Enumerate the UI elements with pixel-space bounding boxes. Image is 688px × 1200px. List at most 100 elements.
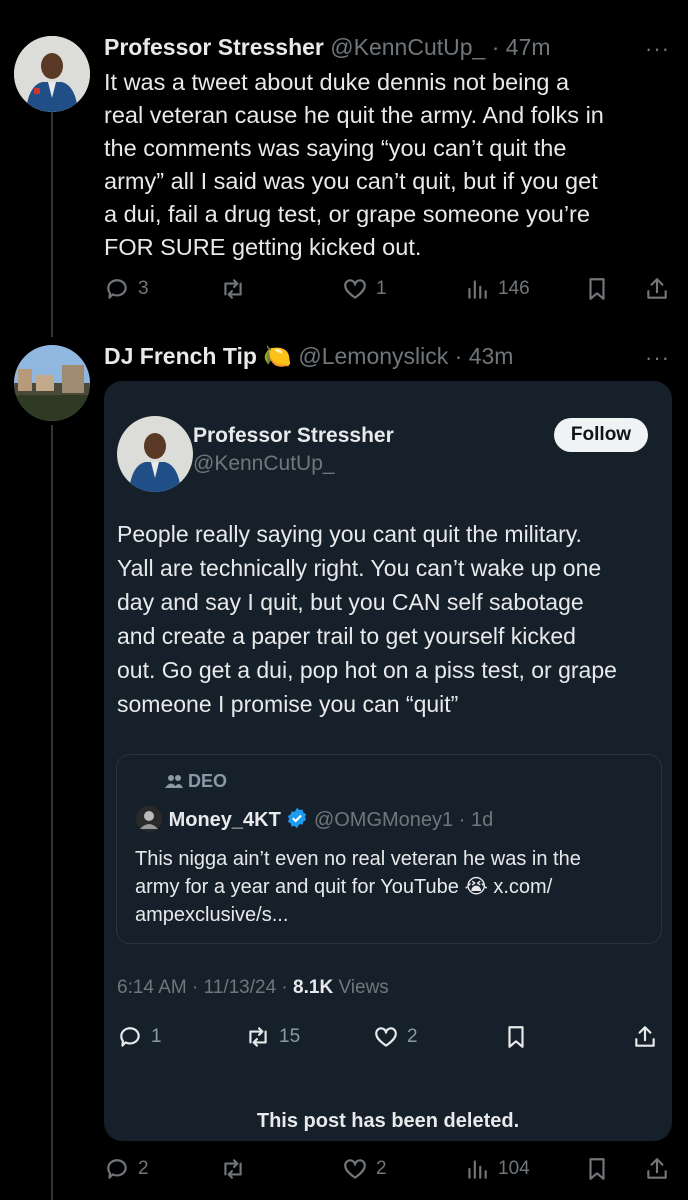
reply-icon xyxy=(107,279,127,299)
nested-quote[interactable]: DEO Money_4KT @OMGMoney1 · 1d This nigga… xyxy=(116,754,662,944)
repost-icon xyxy=(224,279,242,299)
nested-header: Money_4KT @OMGMoney1 · 1d xyxy=(135,805,493,833)
avatar[interactable] xyxy=(117,416,193,492)
text-line: and create a paper trail to get yourself… xyxy=(117,623,576,649)
display-name[interactable]: Money_4KT xyxy=(169,809,281,831)
repost-button[interactable] xyxy=(220,1156,254,1182)
text-line: day and say I quit, but you CAN self sab… xyxy=(117,589,584,615)
reply-button[interactable]: 2 xyxy=(104,1156,149,1182)
text-line: ampexclusive/s... xyxy=(135,904,289,926)
share-button[interactable] xyxy=(632,1024,658,1050)
post-timestamp: 6:14 AM · 11/13/24 · 8.1K Views xyxy=(117,977,389,999)
views-button[interactable]: 104 xyxy=(464,1156,530,1182)
view-count: 146 xyxy=(498,278,530,299)
reply-count: 1 xyxy=(151,1026,162,1047)
post-header: Professor Stressher @KennCutUp_ · 47m xyxy=(104,34,551,61)
action-bar: 1 15 2 xyxy=(117,1024,660,1054)
heart-icon xyxy=(375,1027,397,1047)
lemon-emoji: 🍋 xyxy=(263,343,292,369)
text-line: the comments was saying “you can’t quit … xyxy=(104,135,567,161)
text-line: It was a tweet about duke dennis not bei… xyxy=(104,69,570,95)
timestamp[interactable]: 6:14 AM · 11/13/24 · xyxy=(117,977,293,998)
handle[interactable]: @Lemonyslick xyxy=(298,343,448,369)
like-button[interactable]: 2 xyxy=(342,1156,387,1182)
share-icon xyxy=(635,1026,655,1047)
bookmark-button[interactable] xyxy=(584,276,610,302)
avatar-image xyxy=(117,416,193,492)
text-line: This nigga ain’t even no real veteran he… xyxy=(135,848,581,870)
text-line: FOR SURE getting kicked out. xyxy=(104,234,422,260)
thread-connector xyxy=(51,112,53,337)
repost-icon xyxy=(224,1159,242,1179)
repost-icon xyxy=(249,1027,267,1047)
view-count: 8.1K xyxy=(293,977,334,998)
community-label: DEO xyxy=(165,771,227,792)
repost-count: 15 xyxy=(279,1026,301,1047)
reply-icon xyxy=(107,1159,127,1179)
handle[interactable]: @OMGMoney1 xyxy=(314,809,453,831)
action-bar: 2 2 104 xyxy=(104,1156,667,1186)
views-icon xyxy=(468,1160,487,1179)
bookmark-icon xyxy=(508,1026,524,1048)
text-line: someone I promise you can “quit” xyxy=(117,691,459,717)
handle[interactable]: @KennCutUp_ xyxy=(193,452,335,476)
deleted-notice: This post has been deleted. xyxy=(256,1110,520,1132)
like-count: 2 xyxy=(407,1026,418,1047)
text-line: real veteran cause he quit the army. And… xyxy=(104,102,604,128)
bookmark-button[interactable] xyxy=(503,1024,529,1050)
follow-button[interactable]: Follow xyxy=(554,418,648,452)
views-icon xyxy=(468,280,487,299)
avatar[interactable] xyxy=(14,36,90,112)
nested-text: This nigga ain’t even no real veteran he… xyxy=(135,845,655,929)
share-icon xyxy=(647,278,667,299)
bookmark-icon xyxy=(589,278,605,300)
post-time[interactable]: · 43m xyxy=(455,343,514,369)
quoted-text: People really saying you cant quit the m… xyxy=(117,517,667,721)
bookmark-button[interactable] xyxy=(584,1156,610,1182)
repost-button[interactable] xyxy=(220,276,254,302)
text-line: People really saying you cant quit the m… xyxy=(117,521,582,547)
like-count: 1 xyxy=(376,278,387,299)
community-name: DEO xyxy=(188,771,228,791)
reply-button[interactable]: 3 xyxy=(104,276,149,302)
display-name[interactable]: Professor Stressher xyxy=(193,424,394,448)
share-icon xyxy=(647,1158,667,1179)
post-header: DJ French Tip 🍋 @Lemonyslick · 43m xyxy=(104,343,513,370)
heart-icon xyxy=(344,279,366,299)
post-text: It was a tweet about duke dennis not bei… xyxy=(104,66,674,264)
more-options-button[interactable]: ··· xyxy=(645,345,670,371)
repost-button[interactable]: 15 xyxy=(245,1024,300,1050)
avatar[interactable] xyxy=(14,345,90,421)
avatar[interactable] xyxy=(135,805,163,833)
reply-icon xyxy=(120,1027,140,1047)
share-button[interactable] xyxy=(644,276,670,302)
reply-count: 3 xyxy=(138,278,149,299)
like-count: 2 xyxy=(376,1158,387,1179)
share-button[interactable] xyxy=(644,1156,670,1182)
handle[interactable]: @KennCutUp_ xyxy=(330,34,485,60)
community-icon xyxy=(165,775,183,788)
like-button[interactable]: 1 xyxy=(342,276,387,302)
bookmark-icon xyxy=(589,1158,605,1180)
heart-icon xyxy=(344,1159,366,1179)
text-line: army for a year and quit for YouTube 😭 x… xyxy=(135,876,553,898)
view-count: 104 xyxy=(498,1158,530,1179)
like-button[interactable]: 2 xyxy=(373,1024,418,1050)
post-time[interactable]: · 1d xyxy=(459,809,493,831)
text-line: out. Go get a dui, pop hot on a piss tes… xyxy=(117,657,617,683)
views-button[interactable]: 146 xyxy=(464,276,530,302)
text-line: a dui, fail a drug test, or grape someon… xyxy=(104,201,590,227)
verified-badge-icon xyxy=(288,807,307,829)
text-line: Yall are technically right. You can’t wa… xyxy=(117,555,602,581)
views-label: Views xyxy=(333,977,389,998)
reply-button[interactable]: 1 xyxy=(117,1024,162,1050)
quoted-post-card[interactable]: Professor Stressher @KennCutUp_ Follow P… xyxy=(104,381,672,1141)
display-name[interactable]: Professor Stressher xyxy=(104,34,324,60)
post-time[interactable]: · 47m xyxy=(492,34,551,60)
thread-connector xyxy=(51,425,53,1200)
action-bar: 3 1 146 xyxy=(104,276,667,306)
avatar-image xyxy=(14,345,90,421)
avatar-image xyxy=(14,36,90,112)
display-name[interactable]: DJ French Tip xyxy=(104,343,257,369)
more-options-button[interactable]: ··· xyxy=(645,36,670,62)
